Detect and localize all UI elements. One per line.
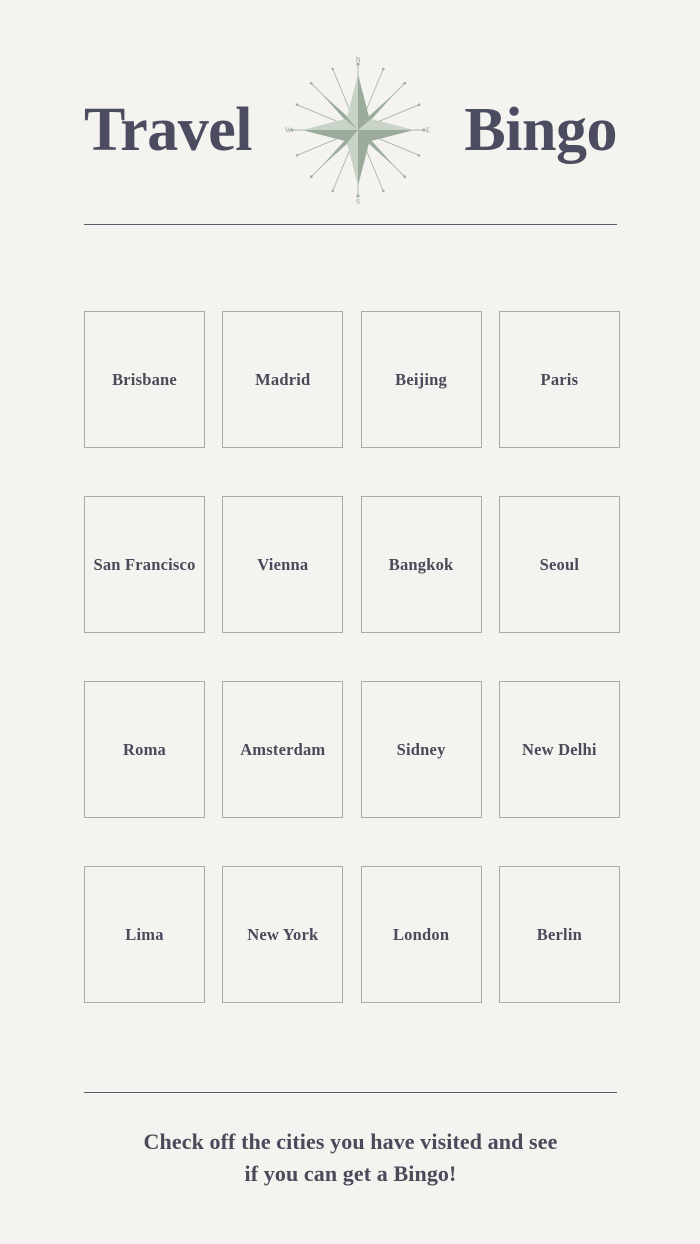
header: Travel N E S W Bingo bbox=[84, 56, 617, 204]
bingo-cell[interactable]: Madrid bbox=[222, 311, 344, 448]
bingo-cell[interactable]: Amsterdam bbox=[222, 681, 344, 818]
compass-label-north: N bbox=[356, 56, 361, 64]
bingo-cell[interactable]: Vienna bbox=[222, 496, 344, 633]
travel-bingo-card: Travel N E S W Bingo Brisbane Madrid Bei… bbox=[0, 0, 700, 1244]
bingo-cell-label: Berlin bbox=[536, 924, 582, 944]
divider-bottom bbox=[84, 1092, 617, 1093]
bingo-cell-label: New York bbox=[247, 924, 319, 944]
compass-label-east: E bbox=[426, 127, 430, 135]
bingo-cell-label: Madrid bbox=[255, 369, 311, 389]
page-title-right: Bingo bbox=[464, 96, 617, 164]
footer: Check off the cities you have visited an… bbox=[84, 1126, 617, 1190]
bingo-cell[interactable]: New York bbox=[222, 866, 344, 1003]
compass-rose-icon: N E S W bbox=[283, 56, 433, 204]
compass-label-west: W bbox=[285, 127, 292, 135]
bingo-cell-label: Paris bbox=[540, 369, 579, 389]
bingo-cell[interactable]: New Delhi bbox=[498, 681, 620, 818]
bingo-cell[interactable]: San Francisco bbox=[84, 496, 205, 633]
bingo-cell-label: London bbox=[392, 924, 450, 944]
bingo-cell-label: Beijing bbox=[395, 369, 447, 389]
bingo-grid: Brisbane Madrid Beijing Paris San Franci… bbox=[84, 311, 620, 1003]
bingo-cell[interactable]: Lima bbox=[84, 866, 205, 1003]
bingo-cell-label: New Delhi bbox=[522, 739, 597, 759]
footer-line-1: Check off the cities you have visited an… bbox=[143, 1129, 558, 1154]
bingo-cell[interactable]: Berlin bbox=[498, 866, 620, 1003]
divider-top bbox=[84, 224, 617, 225]
bingo-cell-label: San Francisco bbox=[93, 554, 196, 574]
bingo-cell[interactable]: Brisbane bbox=[84, 311, 205, 448]
bingo-cell-label: Sidney bbox=[396, 739, 446, 759]
bingo-cell[interactable]: Bangkok bbox=[360, 496, 482, 633]
compass-label-south: S bbox=[356, 198, 360, 204]
bingo-cell-label: Lima bbox=[125, 924, 164, 944]
footer-line-2: if you can get a Bingo! bbox=[244, 1160, 457, 1186]
bingo-cell-label: Vienna bbox=[257, 554, 309, 574]
bingo-cell[interactable]: Seoul bbox=[498, 496, 620, 633]
bingo-cell-label: Roma bbox=[123, 739, 166, 759]
bingo-cell-label: Seoul bbox=[539, 554, 580, 574]
bingo-cell-label: Bangkok bbox=[388, 554, 454, 574]
bingo-cell-label: Amsterdam bbox=[240, 739, 326, 759]
bingo-cell[interactable]: Paris bbox=[498, 311, 620, 448]
bingo-cell[interactable]: Roma bbox=[84, 681, 205, 818]
bingo-cell[interactable]: London bbox=[360, 866, 482, 1003]
bingo-cell[interactable]: Beijing bbox=[360, 311, 482, 448]
bingo-cell[interactable]: Sidney bbox=[360, 681, 482, 818]
page-title-left: Travel bbox=[84, 96, 253, 164]
bingo-cell-label: Brisbane bbox=[112, 369, 177, 389]
